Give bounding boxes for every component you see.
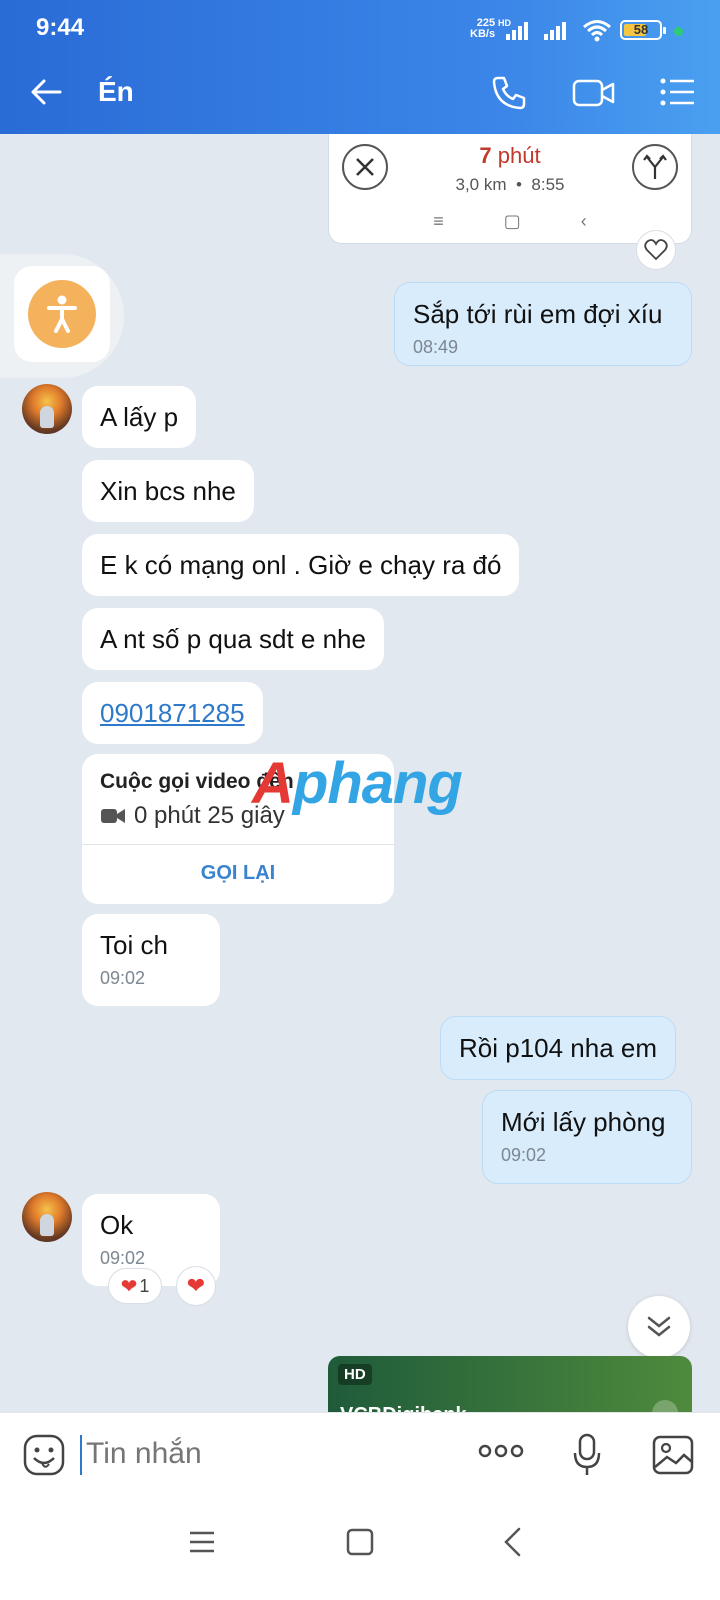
message-text: Ok	[100, 1210, 134, 1240]
map-directions-card[interactable]: 7 phút 3,0 km • 8:55 ≡ ▢ ‹	[328, 134, 692, 244]
network-speed-unit: KB/s	[470, 28, 496, 40]
message-text: Rồi p104 nha em	[459, 1033, 658, 1063]
more-options-icon[interactable]	[478, 1439, 524, 1463]
message-incoming-phone[interactable]: 0901871285	[82, 682, 263, 744]
phone-number-link[interactable]: 0901871285	[100, 698, 245, 728]
video-call-icon[interactable]	[572, 76, 616, 110]
app-logo-icon	[652, 1400, 678, 1412]
message-incoming[interactable]: A lấy p	[82, 386, 197, 448]
message-input[interactable]	[86, 1437, 446, 1471]
recent-apps-icon[interactable]	[188, 1528, 216, 1556]
double-chevron-down-icon	[647, 1316, 671, 1337]
scroll-to-bottom-button[interactable]	[628, 1296, 690, 1358]
signal-icon-2	[544, 20, 566, 40]
watermark-part-2: phang	[292, 751, 463, 816]
duration-number: 7	[479, 143, 492, 168]
phone-call-icon[interactable]	[490, 74, 528, 112]
message-text: Mới lấy phòng	[501, 1107, 666, 1137]
directions-icon[interactable]	[631, 143, 679, 191]
signal-icon	[506, 20, 528, 40]
message-time: 09:02	[501, 1145, 547, 1165]
emoji-icon[interactable]	[22, 1433, 66, 1477]
video-camera-icon	[101, 809, 125, 823]
message-list[interactable]: 7 phút 3,0 km • 8:55 ≡ ▢ ‹ Sắp tới rùi e…	[0, 134, 720, 1412]
back-icon: ‹	[580, 211, 587, 231]
composer-bar	[0, 1412, 720, 1498]
watermark-logo: Aphang	[252, 750, 463, 817]
avatar[interactable]	[22, 1192, 72, 1242]
watermark-part-1: A	[252, 751, 294, 816]
distance: 3,0 km	[455, 175, 507, 194]
battery-level: 58	[633, 22, 649, 37]
message-time: 08:49	[413, 337, 459, 357]
call-back-button[interactable]: GỌI LẠI	[82, 862, 394, 885]
status-bar: 9:44 225 KB/s HD 58	[0, 0, 720, 52]
image-gallery-icon[interactable]	[652, 1435, 694, 1475]
home-icon[interactable]	[346, 1528, 374, 1556]
divider	[82, 844, 394, 845]
menu-list-icon[interactable]	[660, 76, 696, 108]
map-nav-bar: ≡ ▢ ‹	[329, 211, 691, 232]
contact-name[interactable]: Én	[98, 76, 134, 108]
message-text: A nt số p qua sdt e nhe	[100, 624, 366, 654]
text-cursor	[80, 1435, 82, 1475]
back-icon[interactable]	[502, 1526, 522, 1558]
reaction-count: 1	[139, 1275, 150, 1296]
network-speed: 225 KB/s	[470, 18, 495, 40]
avatar[interactable]	[22, 384, 72, 434]
accessibility-card	[14, 266, 110, 362]
arrival-time: 8:55	[531, 175, 565, 194]
accessibility-icon[interactable]	[28, 280, 96, 348]
message-incoming[interactable]: Toi ch 09:02	[82, 914, 220, 1006]
privacy-indicator	[674, 27, 683, 36]
recent-apps-icon: ≡	[433, 211, 444, 231]
home-icon: ▢	[503, 211, 521, 231]
accessibility-float[interactable]	[0, 254, 124, 378]
message-outgoing[interactable]: Sắp tới rùi em đợi xíu 08:49	[394, 282, 692, 366]
reaction-summary[interactable]: ❤ 1	[108, 1268, 162, 1304]
message-text: Toi ch	[100, 930, 168, 960]
message-time: 09:02	[100, 1248, 146, 1268]
link-title: VCBDigibank	[340, 1404, 467, 1412]
message-incoming[interactable]: E k có mạng onl . Giờ e chạy ra đó	[82, 534, 520, 596]
back-arrow-icon[interactable]	[28, 74, 64, 110]
message-time: 09:02	[100, 968, 146, 988]
message-text: Sắp tới rùi em đợi xíu	[413, 299, 663, 329]
microphone-icon[interactable]	[572, 1433, 602, 1477]
react-heart-button[interactable]	[636, 230, 676, 270]
heart-icon: ❤	[120, 1275, 138, 1298]
clock: 9:44	[36, 14, 85, 41]
message-incoming[interactable]: A nt số p qua sdt e nhe	[82, 608, 384, 670]
heart-icon: ❤	[186, 1273, 206, 1298]
message-outgoing[interactable]: Rồi p104 nha em	[440, 1016, 677, 1080]
message-outgoing[interactable]: Mới lấy phòng 09:02	[482, 1090, 692, 1184]
heart-outline-icon	[644, 239, 668, 261]
message-incoming[interactable]: Xin bcs nhe	[82, 460, 254, 522]
hd-badge: HD	[338, 1364, 372, 1385]
message-text: A lấy p	[100, 402, 179, 432]
system-navigation-bar	[0, 1498, 720, 1600]
battery-icon: 58	[620, 20, 666, 40]
duration-unit: phút	[497, 143, 541, 168]
shared-link-card[interactable]: HD VCBDigibank	[328, 1356, 692, 1412]
add-reaction-button[interactable]: ❤	[176, 1266, 216, 1306]
chat-header: Én	[0, 52, 720, 134]
message-text: E k có mạng onl . Giờ e chạy ra đó	[100, 550, 502, 580]
message-text: Xin bcs nhe	[100, 476, 236, 506]
wifi-icon	[583, 20, 611, 42]
